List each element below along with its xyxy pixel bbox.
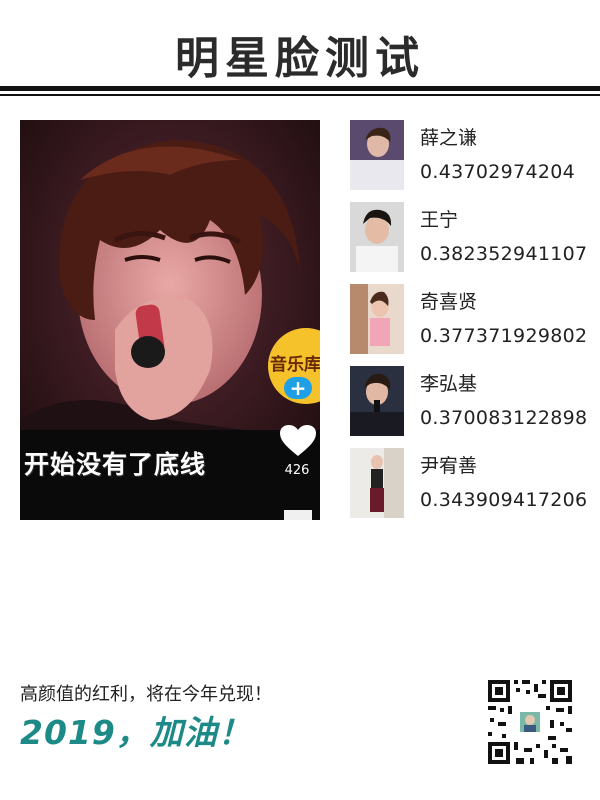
header-divider-thin <box>0 94 600 96</box>
result-name: 王宁 <box>420 209 459 231</box>
result-thumbnail <box>350 366 404 436</box>
result-row[interactable]: 奇喜贤 0.377371929802 <box>350 284 600 366</box>
year-slogan: 2019，加油！ <box>20 713 252 752</box>
result-thumbnail <box>350 448 404 518</box>
result-score: 0.377371929802 <box>420 325 588 347</box>
result-row[interactable]: 王宁 0.382352941107 <box>350 202 600 284</box>
music-badge-label: 音乐库 <box>270 355 320 375</box>
result-score: 0.43702974204 <box>420 161 575 183</box>
result-name: 李弘基 <box>420 373 478 395</box>
match-results-list: 薛之谦 0.43702974204 王宁 0.382352941107 奇喜贤 … <box>350 120 600 530</box>
result-name: 奇喜贤 <box>420 291 478 313</box>
header-divider-thick <box>0 86 600 91</box>
result-score: 0.370083122898 <box>420 407 588 429</box>
result-row[interactable]: 尹宥善 0.343909417206 <box>350 448 600 530</box>
result-name: 尹宥善 <box>420 455 478 477</box>
result-score: 0.343909417206 <box>420 489 588 511</box>
result-name: 薛之谦 <box>420 127 478 149</box>
result-thumbnail <box>350 202 404 272</box>
footer-slogan: 高颜值的红利，将在今年兑现！ <box>20 684 272 705</box>
plus-icon[interactable]: + <box>284 377 312 399</box>
like-count: 426 <box>284 463 310 478</box>
header: 明星脸测试 <box>0 0 600 100</box>
result-row[interactable]: 薛之谦 0.43702974204 <box>350 120 600 202</box>
page-title: 明星脸测试 <box>175 33 425 84</box>
result-score: 0.382352941107 <box>420 243 588 265</box>
comment-icon[interactable] <box>284 510 312 520</box>
result-thumbnail <box>350 120 404 190</box>
uploaded-photo: 开始没有了底线 音乐库 + 426 <box>20 120 320 520</box>
result-row[interactable]: 李弘基 0.370083122898 <box>350 366 600 448</box>
qr-code-icon[interactable] <box>486 678 574 766</box>
video-caption: 开始没有了底线 <box>24 450 207 479</box>
heart-icon[interactable] <box>279 424 317 458</box>
result-thumbnail <box>350 284 404 354</box>
